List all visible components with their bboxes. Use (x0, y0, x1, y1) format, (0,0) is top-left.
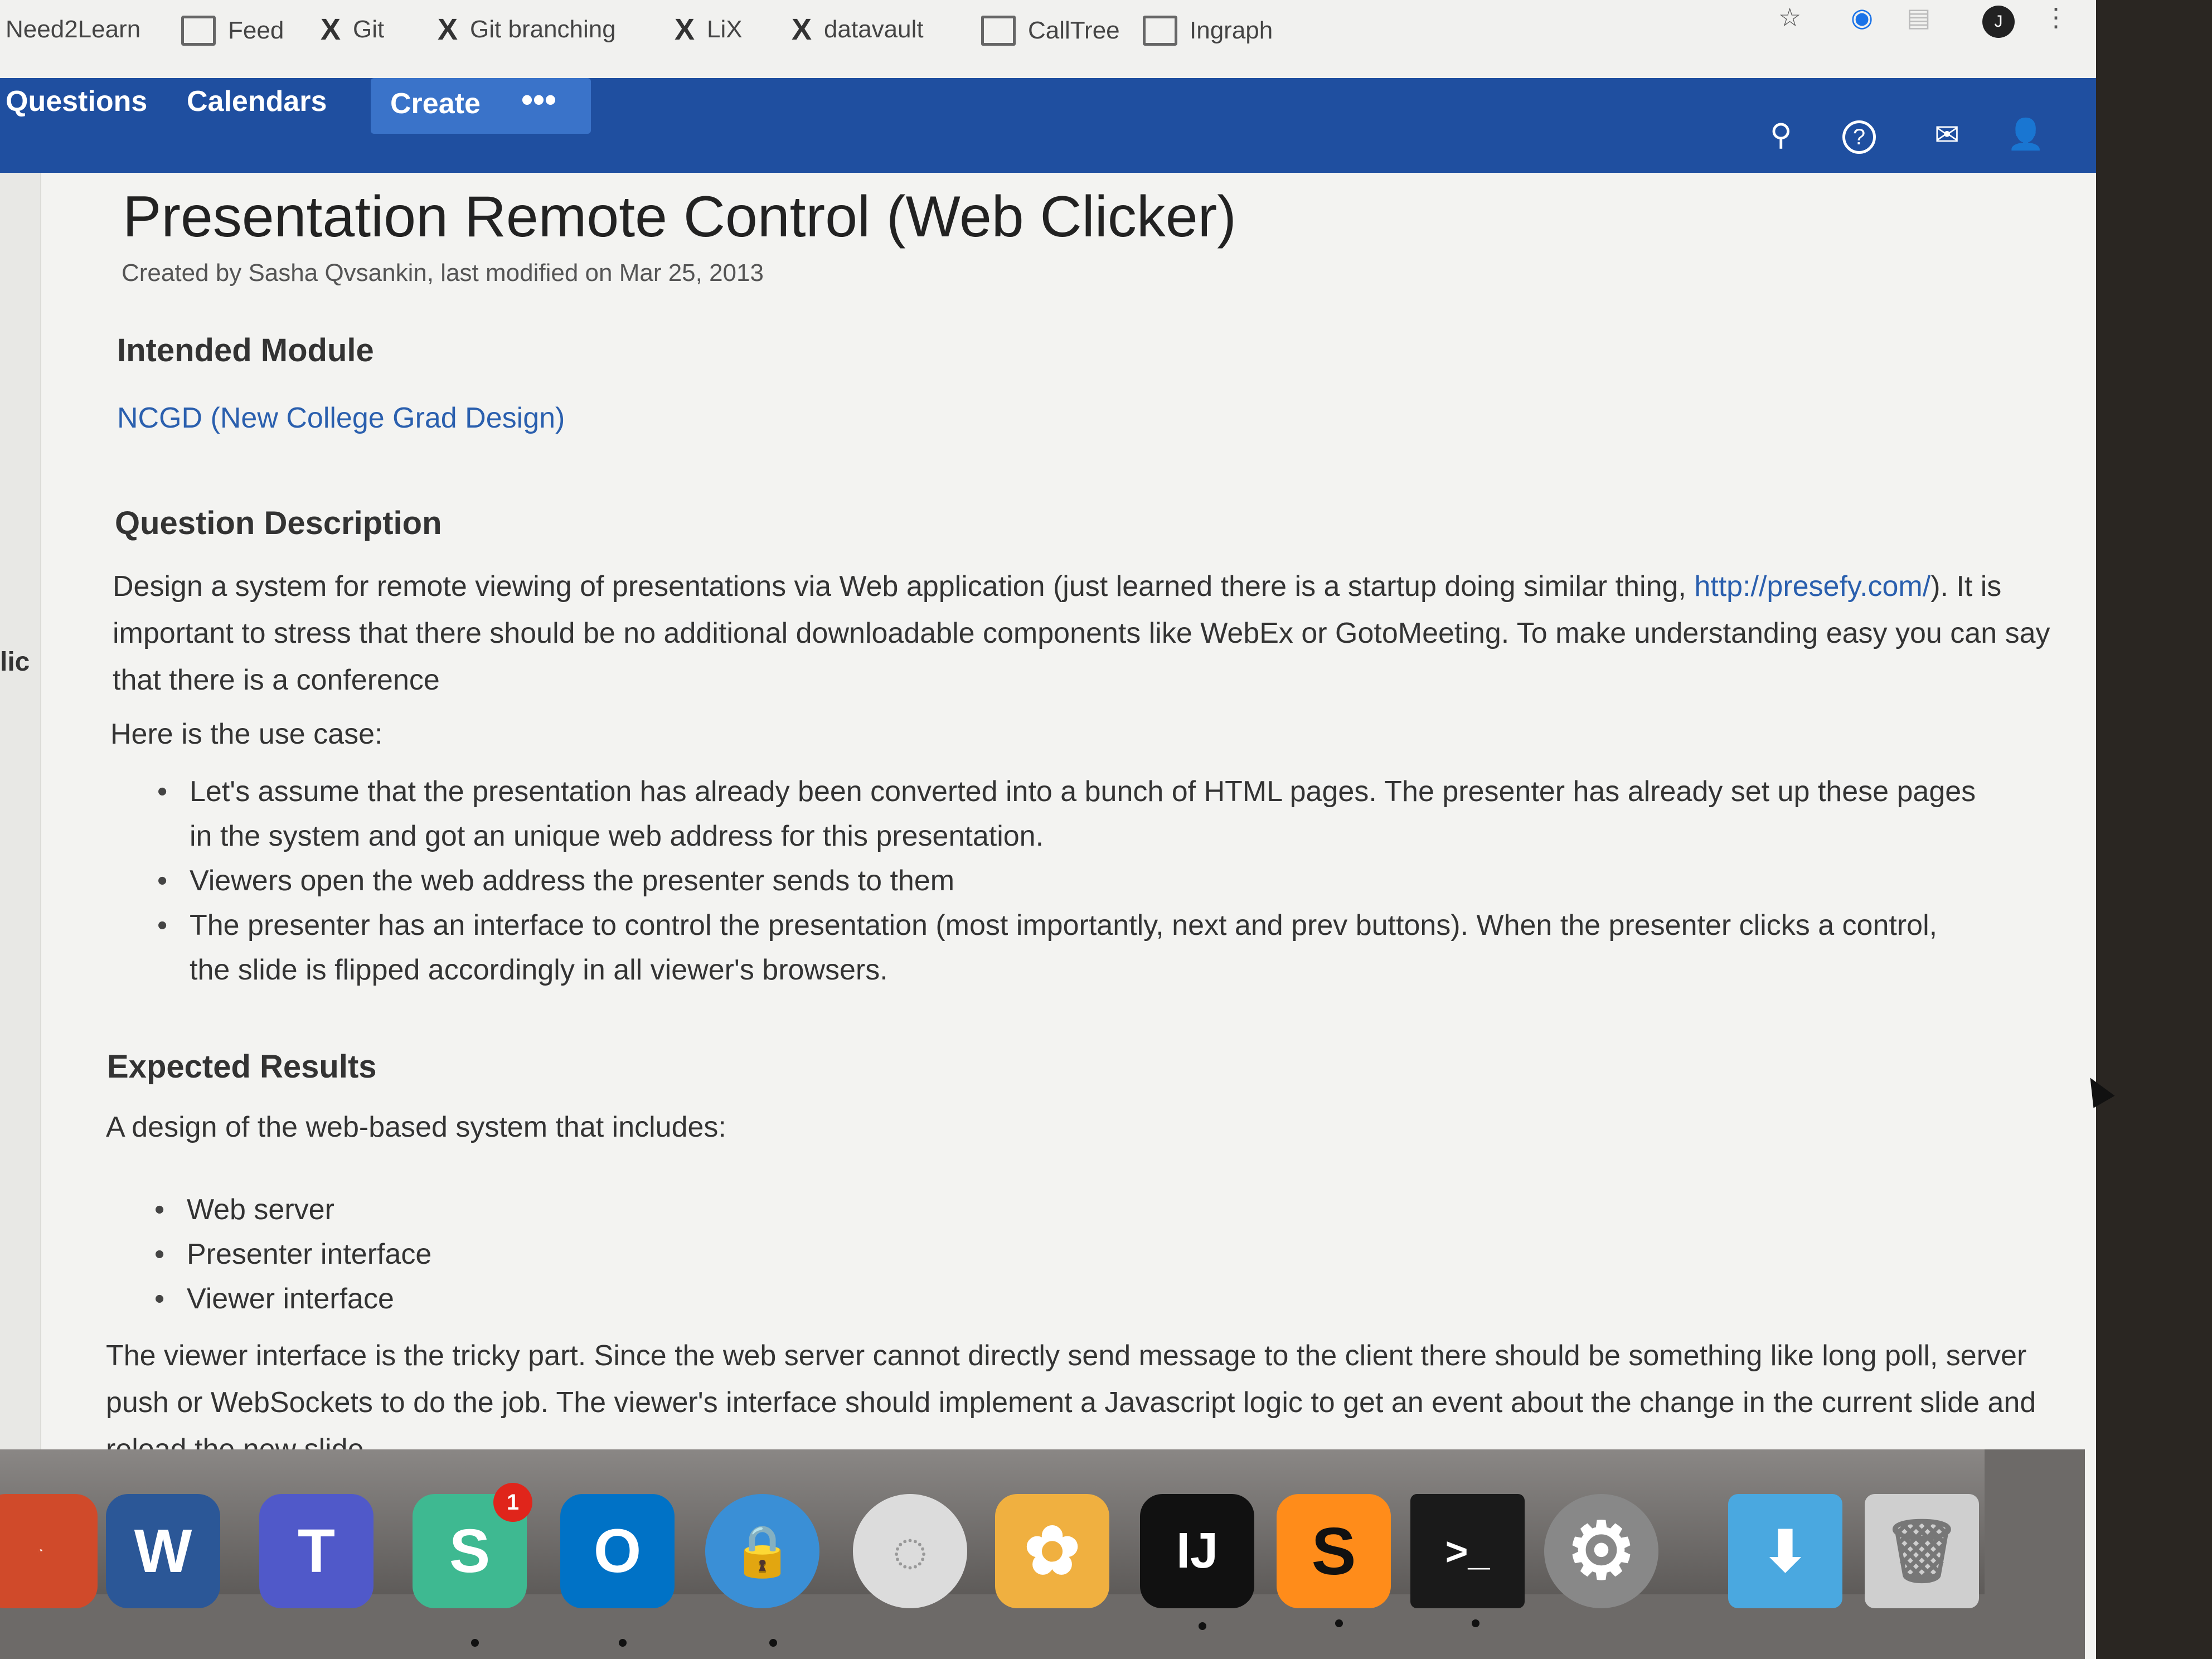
avatar[interactable]: J (1982, 6, 2015, 38)
x-icon: X (438, 13, 458, 46)
dock: ◔ W T S 1 O 🔒 ◌ ✿ IJ S >_ ⚙ ⬇ 🗑 (0, 1449, 2085, 1659)
question-description: Design a system for remote viewing of pr… (113, 563, 2053, 704)
nav-calendars[interactable]: Calendars (187, 85, 327, 118)
dock-app-7[interactable]: IJ (1140, 1494, 1254, 1608)
dock-app-4[interactable]: 🔒 (705, 1494, 819, 1608)
bookmark-ingraph[interactable]: Ingraph (1143, 16, 1273, 46)
folder-icon (181, 16, 216, 46)
sidebar-fragment: lic (0, 647, 30, 677)
list-item: Presenter interface (103, 1232, 1982, 1277)
nav-questions[interactable]: Questions (6, 85, 147, 118)
running-indicator (1199, 1622, 1206, 1630)
bookmark-label: Ingraph (1190, 17, 1273, 44)
expected-list: Web server Presenter interface Viewer in… (103, 1187, 1982, 1321)
presefy-link[interactable]: http://presefy.com/ (1694, 570, 1930, 603)
bookmark-label: CallTree (1028, 17, 1120, 44)
wifi-icon: ◌ (891, 1517, 929, 1585)
create-button[interactable]: Create ••• (371, 78, 591, 134)
list-item: Viewers open the web address the present… (106, 858, 1985, 903)
bookmark-git-branching[interactable]: X Git branching (438, 13, 616, 46)
expected-intro: A design of the web-based system that in… (106, 1111, 726, 1143)
powerpoint-icon[interactable]: ◔ (0, 1494, 98, 1608)
bookmark-label: Need2Learn (6, 16, 141, 43)
running-indicator (1472, 1619, 1479, 1627)
bookmark-label: datavault (824, 16, 924, 43)
dock-app-8[interactable]: S (1277, 1494, 1391, 1608)
browser-window: Need2Learn Feed X Git X Git branching X … (0, 0, 2115, 1659)
outlook-icon: O (593, 1517, 642, 1585)
search-icon[interactable]: ⚲ (1770, 117, 1792, 152)
expected-results-heading: Expected Results (107, 1049, 377, 1085)
list-item: The presenter has an interface to contro… (106, 903, 1985, 992)
use-case-intro: Here is the use case: (110, 718, 383, 750)
bookmark-calltree[interactable]: CallTree (981, 16, 1120, 46)
list-item: Let's assume that the presentation has a… (106, 769, 1985, 858)
question-description-heading: Question Description (115, 505, 442, 541)
menu-icon[interactable]: ⋮ (2043, 2, 2069, 32)
use-case-list: Let's assume that the presentation has a… (106, 769, 1985, 992)
word-icon: W (134, 1517, 192, 1585)
notification-badge: 1 (493, 1483, 532, 1522)
folder-icon (1143, 16, 1177, 46)
intended-module-heading: Intended Module (117, 332, 374, 368)
intellij-icon: IJ (1176, 1523, 1219, 1579)
x-icon: X (675, 13, 695, 46)
dock-app-12[interactable]: 🗑 (1865, 1494, 1979, 1608)
dock-app-1[interactable]: T (259, 1494, 373, 1608)
trash-icon: 🗑 (1883, 1517, 1961, 1585)
page-title: Presentation Remote Control (Web Clicker… (123, 185, 1236, 249)
mouse-cursor (2079, 1071, 2115, 1108)
bookmark-label: Feed (228, 17, 284, 44)
vpn-icon: 🔒 (731, 1524, 794, 1579)
bookmarks-bar: Need2Learn Feed X Git X Git branching X … (0, 0, 2096, 79)
bookmark-label: Git branching (470, 16, 616, 43)
extension-icon[interactable]: ▤ (1907, 2, 1930, 32)
help-icon[interactable]: ? (1842, 120, 1876, 154)
bookmark-git[interactable]: X Git (321, 13, 385, 46)
dock-app-2[interactable]: S 1 (413, 1483, 532, 1608)
dock-app-6[interactable]: ✿ (995, 1494, 1109, 1608)
dock-app-11[interactable]: ⬇ (1728, 1494, 1842, 1608)
terminal-icon: >_ (1445, 1529, 1490, 1573)
notifications-icon[interactable]: ✉ (1934, 117, 1959, 152)
extension-icon[interactable]: ◉ (1851, 2, 1873, 32)
bookmark-datavault[interactable]: X datavault (792, 13, 924, 46)
running-indicator (769, 1639, 777, 1647)
settings-icon: ⚙ (1566, 1507, 1637, 1594)
bookmark-lix[interactable]: X LiX (675, 13, 743, 46)
sublime-icon: S (1311, 1514, 1356, 1589)
x-icon: X (792, 13, 812, 46)
dock-app-9[interactable]: >_ (1410, 1494, 1525, 1608)
star-icon[interactable]: ☆ (1778, 2, 1801, 32)
create-label: Create (390, 88, 481, 120)
dock-app-5[interactable]: ◌ (853, 1494, 967, 1608)
bookmark-need2learn[interactable]: Need2Learn (6, 16, 140, 43)
running-indicator (619, 1639, 627, 1647)
page-byline: Created by Sasha Qvsankin, last modified… (122, 259, 764, 287)
running-indicator (1335, 1619, 1343, 1627)
dock-app-10[interactable]: ⚙ (1544, 1494, 1658, 1608)
description-text: Design a system for remote viewing of pr… (113, 570, 1695, 603)
slack-icon: S (449, 1517, 491, 1585)
downloads-folder-icon: ⬇ (1762, 1520, 1809, 1583)
running-indicator (471, 1639, 479, 1647)
bookmark-label: Git (353, 16, 385, 43)
photos-icon: ✿ (1024, 1514, 1080, 1588)
user-icon[interactable]: 👤 (2007, 117, 2044, 152)
dock-app-3[interactable]: O (560, 1494, 675, 1608)
page-icon (981, 16, 1016, 46)
sidebar-collapsed[interactable]: lic (0, 173, 41, 1511)
bookmark-feed[interactable]: Feed (181, 16, 284, 46)
list-item: Viewer interface (103, 1277, 1982, 1321)
teams-icon: T (297, 1517, 336, 1585)
x-icon: X (321, 13, 341, 46)
list-item: Web server (103, 1187, 1982, 1232)
dock-app-0[interactable]: W (106, 1494, 220, 1608)
module-link[interactable]: NCGD (New College Grad Design) (117, 401, 565, 435)
top-navigation: Questions Calendars Create ••• ⚲ ? ✉ 👤 (0, 78, 2096, 173)
more-icon[interactable]: ••• (521, 80, 556, 119)
bookmark-label: LiX (707, 16, 743, 43)
